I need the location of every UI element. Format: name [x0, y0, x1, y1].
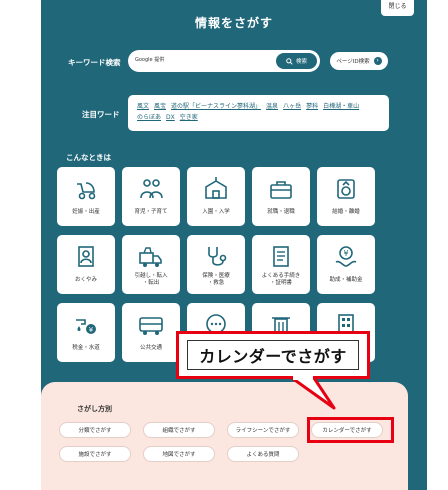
calendar-highlight-box: [307, 417, 394, 443]
situation-tile[interactable]: 入園・入学: [187, 167, 245, 226]
svg-text:¥: ¥: [89, 326, 94, 334]
situation-tile[interactable]: 妊娠・出産: [57, 167, 115, 226]
search-placeholder: Google 提供: [135, 57, 165, 63]
search-method-button[interactable]: 組織でさがす: [143, 422, 215, 438]
situation-tile[interactable]: 育児・子育て: [122, 167, 180, 226]
featured-word-link[interactable]: のらぼあ: [137, 114, 161, 121]
situation-tile[interactable]: 引越し・転入 ・転出: [122, 235, 180, 294]
moving-truck-icon: [139, 247, 162, 267]
situation-tile[interactable]: ¥ 税金・水道: [57, 303, 115, 362]
situation-tile-label: 助成・補助金: [329, 277, 363, 283]
situation-tile-label: 就職・退職: [267, 209, 295, 215]
situation-tile[interactable]: 就職・退職: [252, 167, 310, 226]
featured-word-link[interactable]: 空き家: [180, 114, 198, 121]
featured-word-link[interactable]: 道の駅「ビーナスライン蓼科湖」: [171, 103, 261, 110]
situation-tile[interactable]: おくやみ: [57, 235, 115, 294]
situation-tile-label: 保険・医療 ・救急: [202, 273, 230, 286]
calendar-callout: カレンダーでさがす: [176, 331, 370, 379]
search-method-button[interactable]: よくある質問: [227, 446, 299, 462]
situation-tile[interactable]: 保険・医療 ・救急: [187, 235, 245, 294]
search-input[interactable]: Google 提供 検索: [128, 50, 320, 72]
svg-text:¥: ¥: [343, 249, 348, 258]
briefcase-icon: [270, 181, 292, 199]
featured-words-label: 注目ワード: [82, 110, 120, 119]
page-id-search-label: ページID検索: [336, 59, 370, 65]
stroller-icon: [77, 182, 96, 200]
memorial-icon: [78, 246, 94, 267]
situation-tile-label: 公共交通: [139, 345, 162, 351]
school-icon: [205, 177, 227, 199]
featured-word-link[interactable]: 白樺湖・車山: [323, 103, 359, 110]
featured-words-box: 風文 風宝 道の駅「ビーナスライン蓼科湖」 温泉 八ヶ岳 蓼科 白樺湖・車山のらぼあ DX 空き…: [128, 95, 389, 131]
situation-tile-label: よくある手続き ・証明書: [261, 273, 301, 286]
situation-tile[interactable]: 結婚・離婚: [317, 167, 375, 226]
situation-tile-label: 引越し・転入 ・転出: [134, 273, 168, 286]
subsidy-icon: ¥: [335, 246, 357, 267]
situations-label: こんなときは: [66, 153, 111, 162]
page-id-search-button[interactable]: ページID検索 ›: [330, 52, 388, 70]
situation-tile-label: 育児・子育て: [134, 209, 168, 215]
page-title: 情報をさがす: [194, 16, 273, 30]
family-icon: [140, 179, 163, 199]
search-button[interactable]: 検索: [276, 53, 317, 69]
ring-icon: [337, 179, 355, 199]
tax-water-icon: ¥: [76, 319, 96, 334]
stethoscope-icon: [208, 247, 227, 266]
callout-text: カレンダーでさがす: [199, 347, 347, 366]
search-methods-title: さがし方別: [77, 405, 112, 413]
situation-tile-label: 妊娠・出産: [72, 209, 100, 215]
situation-tile-label: 入園・入学: [202, 209, 230, 215]
situation-tile[interactable]: よくある手続き ・証明書: [252, 235, 310, 294]
featured-word-link[interactable]: 八ヶ岳: [283, 103, 301, 110]
featured-word-link[interactable]: DX: [166, 114, 175, 121]
situation-tile-label: 税金・水道: [72, 345, 100, 351]
featured-word-link[interactable]: 風文: [137, 103, 149, 110]
bus-icon: [139, 317, 163, 335]
search-method-button[interactable]: 分類でさがす: [59, 422, 131, 438]
keyword-search-label: キーワード検索: [68, 58, 121, 67]
featured-word-link[interactable]: 温泉: [266, 103, 278, 110]
search-method-button[interactable]: 地図でさがす: [143, 446, 215, 462]
callout-pointer: [290, 376, 336, 410]
featured-word-link[interactable]: 蓼科: [306, 103, 318, 110]
situation-tile[interactable]: 公共交通: [122, 303, 180, 362]
search-method-button[interactable]: ライフシーンでさがす: [227, 422, 299, 438]
document-icon: [273, 246, 289, 267]
search-icon: [286, 57, 293, 65]
situation-tile-label: おくやみ: [74, 277, 97, 283]
featured-word-link[interactable]: 風宝: [154, 103, 166, 110]
search-method-button[interactable]: 施設でさがす: [59, 446, 131, 462]
arrow-right-icon: ›: [373, 57, 382, 65]
search-button-label: 検索: [295, 59, 307, 65]
situation-tile[interactable]: ¥ 助成・補助金: [317, 235, 375, 294]
situation-tile-label: 結婚・離婚: [332, 209, 360, 215]
